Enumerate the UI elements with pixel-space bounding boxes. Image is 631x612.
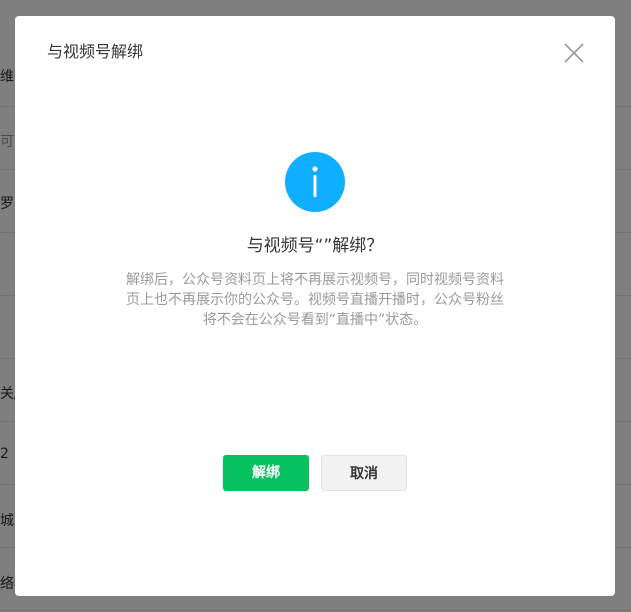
dialog-title: 与视频号解绑 <box>47 42 144 61</box>
confirm-heading: 与视频号“”解绑？ <box>246 236 384 256</box>
close-icon <box>564 43 584 63</box>
cancel-button[interactable]: 取消 <box>321 455 407 491</box>
info-icon <box>285 152 345 212</box>
confirm-description: 解绑后，公众号资料页上将不再展示视频号，同时视频号资料页上也不再展示你的公众号。… <box>126 272 504 328</box>
unbind-dialog: 与视频号解绑 与视频号“”解绑？ 解绑后，公众号资料页上将不再展示视频号，同时视… <box>15 16 615 596</box>
unbind-button[interactable]: 解绑 <box>223 455 309 491</box>
close-button[interactable] <box>563 42 585 64</box>
